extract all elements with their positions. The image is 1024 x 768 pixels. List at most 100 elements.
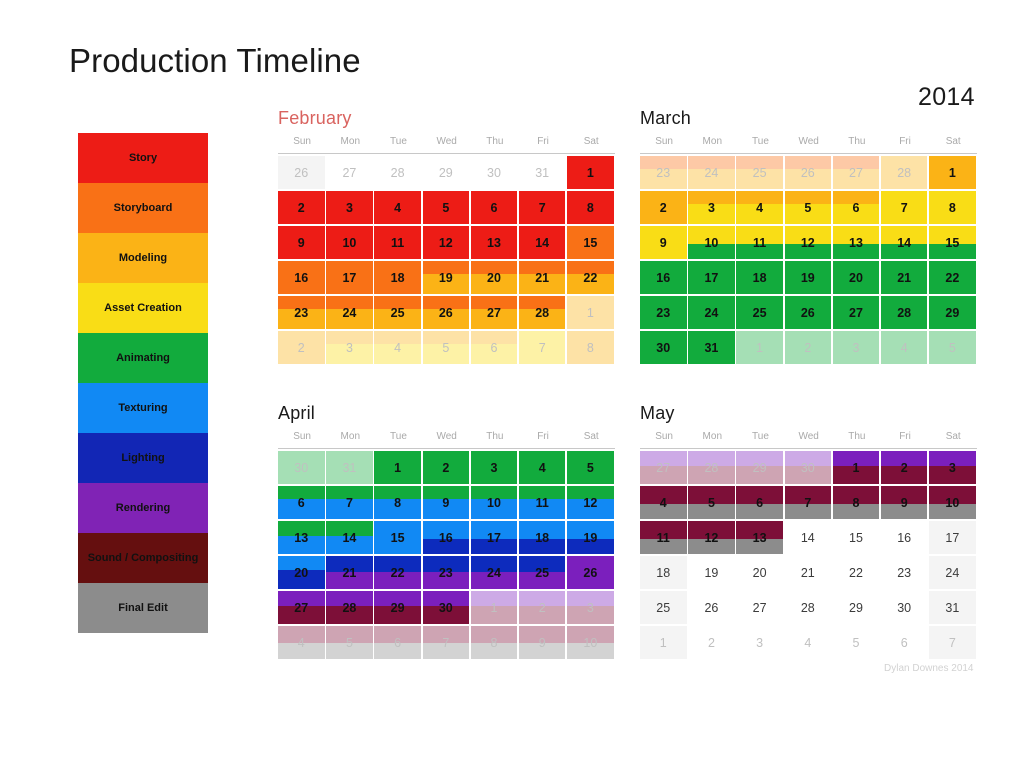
calendar-day-cell[interactable]: 4 (640, 486, 687, 519)
calendar-day-cell[interactable]: 17 (326, 261, 373, 294)
calendar-day-cell[interactable]: 20 (278, 556, 325, 589)
calendar-day-cell[interactable]: 19 (784, 261, 832, 294)
calendar-day-cell[interactable]: 3 (470, 451, 518, 484)
calendar-day-cell[interactable]: 15 (929, 226, 976, 259)
calendar-day-cell[interactable]: 1 (736, 331, 783, 364)
calendar-day-cell[interactable]: 22 (374, 556, 421, 589)
calendar-day-cell[interactable]: 7 (929, 626, 976, 659)
calendar-day-cell[interactable]: 9 (880, 486, 928, 519)
calendar-day-cell[interactable]: 30 (470, 156, 518, 189)
calendar-day-cell[interactable]: 18 (374, 261, 421, 294)
calendar-day-cell[interactable]: 20 (736, 556, 783, 589)
calendar-day-cell[interactable]: 7 (518, 191, 566, 224)
calendar-day-cell[interactable]: 21 (518, 261, 566, 294)
calendar-day-cell[interactable]: 16 (640, 261, 687, 294)
calendar-day-cell[interactable]: 5 (784, 191, 832, 224)
calendar-day-cell[interactable]: 28 (374, 156, 421, 189)
calendar-day-cell[interactable]: 12 (422, 226, 470, 259)
calendar-day-cell[interactable]: 22 (567, 261, 614, 294)
calendar-day-cell[interactable]: 19 (422, 261, 470, 294)
calendar-day-cell[interactable]: 7 (880, 191, 928, 224)
calendar-day-cell[interactable]: 29 (736, 451, 783, 484)
calendar-day-cell[interactable]: 2 (784, 331, 832, 364)
calendar-day-cell[interactable]: 14 (880, 226, 928, 259)
calendar-day-cell[interactable]: 28 (326, 591, 373, 624)
calendar-day-cell[interactable]: 25 (374, 296, 421, 329)
calendar-day-cell[interactable]: 26 (784, 296, 832, 329)
calendar-day-cell[interactable]: 7 (422, 626, 470, 659)
calendar-day-cell[interactable]: 27 (736, 591, 783, 624)
calendar-day-cell[interactable]: 1 (832, 451, 880, 484)
calendar-day-cell[interactable]: 12 (784, 226, 832, 259)
calendar-day-cell[interactable]: 14 (784, 521, 832, 554)
calendar-day-cell[interactable]: 18 (736, 261, 783, 294)
calendar-day-cell[interactable]: 17 (688, 261, 735, 294)
calendar-day-cell[interactable]: 7 (784, 486, 832, 519)
calendar-day-cell[interactable]: 10 (470, 486, 518, 519)
calendar-day-cell[interactable]: 23 (640, 156, 687, 189)
calendar-day-cell[interactable]: 3 (736, 626, 783, 659)
calendar-day-cell[interactable]: 8 (929, 191, 976, 224)
calendar-day-cell[interactable]: 16 (880, 521, 928, 554)
calendar-day-cell[interactable]: 28 (784, 591, 832, 624)
calendar-day-cell[interactable]: 8 (567, 191, 614, 224)
calendar-day-cell[interactable]: 19 (688, 556, 735, 589)
calendar-day-cell[interactable]: 19 (567, 521, 614, 554)
calendar-day-cell[interactable]: 24 (470, 556, 518, 589)
calendar-day-cell[interactable]: 3 (567, 591, 614, 624)
calendar-day-cell[interactable]: 5 (422, 191, 470, 224)
calendar-day-cell[interactable]: 27 (326, 156, 373, 189)
calendar-day-cell[interactable]: 13 (736, 521, 783, 554)
calendar-day-cell[interactable]: 27 (278, 591, 325, 624)
calendar-day-cell[interactable]: 1 (929, 156, 976, 189)
calendar-day-cell[interactable]: 4 (374, 191, 421, 224)
calendar-day-cell[interactable]: 31 (929, 591, 976, 624)
calendar-day-cell[interactable]: 30 (880, 591, 928, 624)
calendar-day-cell[interactable]: 4 (518, 451, 566, 484)
calendar-day-cell[interactable]: 25 (736, 296, 783, 329)
calendar-day-cell[interactable]: 27 (640, 451, 687, 484)
calendar-day-cell[interactable]: 22 (832, 556, 880, 589)
calendar-day-cell[interactable]: 5 (929, 331, 976, 364)
calendar-day-cell[interactable]: 31 (688, 331, 735, 364)
calendar-day-cell[interactable]: 3 (326, 191, 373, 224)
calendar-day-cell[interactable]: 29 (929, 296, 976, 329)
calendar-day-cell[interactable]: 11 (518, 486, 566, 519)
calendar-day-cell[interactable]: 24 (326, 296, 373, 329)
calendar-day-cell[interactable]: 7 (326, 486, 373, 519)
calendar-day-cell[interactable]: 24 (929, 556, 976, 589)
calendar-day-cell[interactable]: 18 (518, 521, 566, 554)
calendar-day-cell[interactable]: 27 (832, 296, 880, 329)
calendar-day-cell[interactable]: 1 (470, 591, 518, 624)
calendar-day-cell[interactable]: 24 (688, 296, 735, 329)
calendar-day-cell[interactable]: 26 (567, 556, 614, 589)
calendar-day-cell[interactable]: 2 (278, 331, 325, 364)
calendar-day-cell[interactable]: 30 (784, 451, 832, 484)
calendar-day-cell[interactable]: 6 (832, 191, 880, 224)
calendar-day-cell[interactable]: 6 (880, 626, 928, 659)
calendar-day-cell[interactable]: 23 (640, 296, 687, 329)
calendar-day-cell[interactable]: 9 (422, 486, 470, 519)
calendar-day-cell[interactable]: 15 (567, 226, 614, 259)
calendar-day-cell[interactable]: 31 (326, 451, 373, 484)
calendar-day-cell[interactable]: 4 (736, 191, 783, 224)
calendar-day-cell[interactable]: 6 (278, 486, 325, 519)
calendar-day-cell[interactable]: 25 (736, 156, 783, 189)
calendar-day-cell[interactable]: 5 (832, 626, 880, 659)
calendar-day-cell[interactable]: 30 (422, 591, 470, 624)
calendar-day-cell[interactable]: 8 (470, 626, 518, 659)
calendar-day-cell[interactable]: 5 (567, 451, 614, 484)
calendar-day-cell[interactable]: 30 (640, 331, 687, 364)
calendar-day-cell[interactable]: 18 (640, 556, 687, 589)
calendar-day-cell[interactable]: 8 (832, 486, 880, 519)
calendar-day-cell[interactable]: 7 (518, 331, 566, 364)
calendar-day-cell[interactable]: 27 (470, 296, 518, 329)
calendar-day-cell[interactable]: 14 (518, 226, 566, 259)
calendar-day-cell[interactable]: 10 (326, 226, 373, 259)
calendar-day-cell[interactable]: 12 (688, 521, 735, 554)
calendar-day-cell[interactable]: 16 (278, 261, 325, 294)
calendar-day-cell[interactable]: 21 (326, 556, 373, 589)
calendar-day-cell[interactable]: 2 (880, 451, 928, 484)
calendar-day-cell[interactable]: 26 (784, 156, 832, 189)
calendar-day-cell[interactable]: 29 (832, 591, 880, 624)
